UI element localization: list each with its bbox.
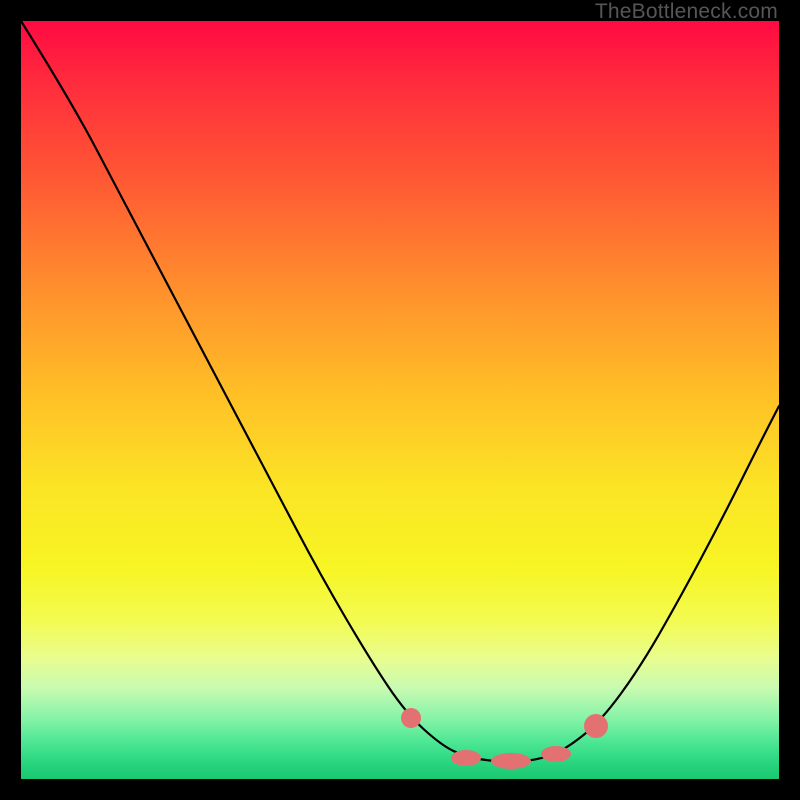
chart-stage: TheBottleneck.com <box>0 0 800 800</box>
marker-flat-left <box>451 750 481 766</box>
curve-layer <box>21 21 779 779</box>
curve-markers <box>401 708 608 769</box>
bottleneck-curve <box>21 21 779 762</box>
marker-flat-mid <box>491 753 531 769</box>
watermark-text: TheBottleneck.com <box>595 0 778 24</box>
marker-flat-right <box>541 746 571 762</box>
marker-right-elbow <box>584 714 608 738</box>
marker-left-elbow <box>401 708 421 728</box>
